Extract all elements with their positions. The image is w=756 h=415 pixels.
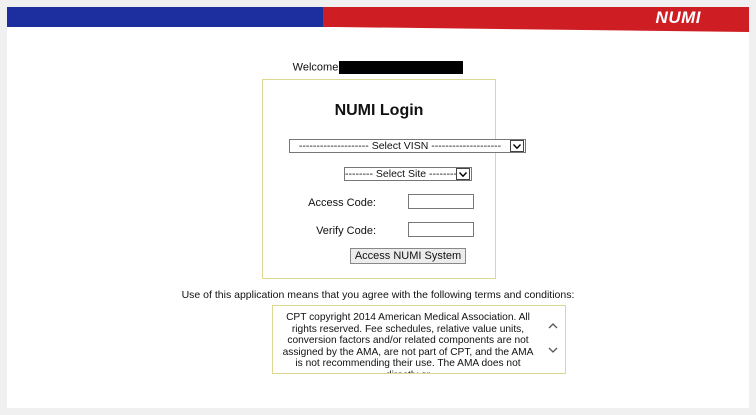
page: NUMI Welcome NUMI Login ----------------… xyxy=(7,7,749,408)
chevron-down-icon[interactable] xyxy=(510,140,524,152)
terms-intro: Use of this application means that you a… xyxy=(181,289,575,301)
access-code-label: Access Code: xyxy=(308,197,376,209)
access-numi-button[interactable]: Access NUMI System xyxy=(350,248,466,264)
visn-select-value: -------------------- Select VISN -------… xyxy=(298,140,502,152)
brand-logo: NUMI xyxy=(655,8,701,27)
verify-code-label: Verify Code: xyxy=(316,225,376,237)
redacted-username xyxy=(339,61,464,74)
visn-select[interactable]: -------------------- Select VISN -------… xyxy=(289,139,526,153)
welcome-line: Welcome xyxy=(7,61,749,74)
header-band-blue xyxy=(7,7,323,27)
login-title: NUMI Login xyxy=(334,102,424,119)
chevron-down-icon[interactable] xyxy=(546,344,560,356)
terms-textarea[interactable]: CPT copyright 2014 American Medical Asso… xyxy=(272,305,566,374)
chevron-down-icon[interactable] xyxy=(456,168,470,180)
site-select[interactable]: -------- Select Site -------- xyxy=(344,167,472,181)
terms-text: CPT copyright 2014 American Medical Asso… xyxy=(282,312,534,373)
verify-code-input[interactable] xyxy=(408,222,474,237)
site-select-value: -------- Select Site -------- xyxy=(345,168,456,180)
login-panel: NUMI Login -------------------- Select V… xyxy=(262,79,526,279)
welcome-label: Welcome xyxy=(292,61,339,74)
access-code-input[interactable] xyxy=(408,194,474,209)
chevron-up-icon[interactable] xyxy=(546,320,560,332)
